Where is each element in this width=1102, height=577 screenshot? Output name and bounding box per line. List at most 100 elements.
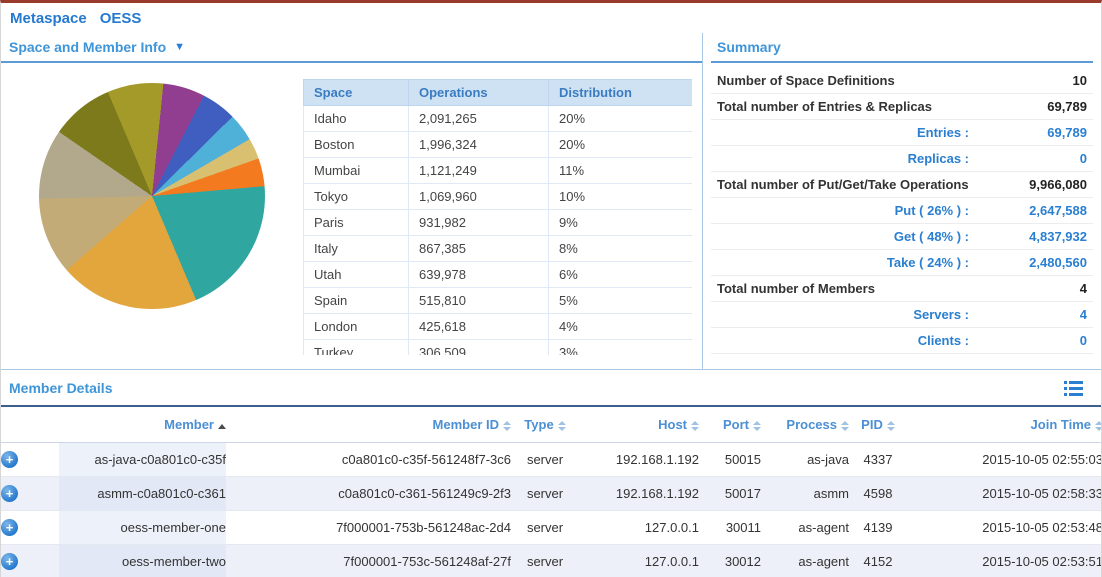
space-table-row[interactable]: Turkey 306,509 3% [304,340,693,356]
process-column-label: Process [786,417,837,432]
member-row[interactable]: + oess-member-one 7f000001-753b-561248ac… [1,511,1101,545]
member-name-cell: as-java-c0a801c0-c35f [59,443,226,477]
pid-column-label: PID [861,417,883,432]
space-table-row[interactable]: Italy 867,385 8% [304,236,693,262]
summary-row: Servers : 4 [711,302,1093,328]
operations-column-header: Operations [409,80,549,106]
summary-value: 2,480,560 [969,255,1087,270]
join-time-cell: 2015-10-05 02:58:33 [907,477,1101,511]
member-table-header-row: Member Member ID Type Host Port [1,406,1101,443]
type-column-header[interactable]: Type [511,406,579,443]
list-icon-bar [1064,381,1083,384]
space-table-row[interactable]: Paris 931,982 9% [304,210,693,236]
operations-cell: 931,982 [409,210,549,236]
space-column-header: Space [304,80,409,106]
expand-row-button[interactable]: + [1,485,18,502]
space-table-row[interactable]: London 425,618 4% [304,314,693,340]
process-column-header[interactable]: Process [761,406,849,443]
distribution-cell: 10% [549,184,693,210]
host-cell: 127.0.0.1 [579,545,699,577]
member-details-title: Member Details [9,380,112,396]
member-id-column-label: Member ID [433,417,499,432]
expand-cell: + [1,511,59,545]
space-table-row[interactable]: Boston 1,996,324 20% [304,132,693,158]
process-cell: as-agent [761,511,849,545]
port-column-label: Port [723,417,749,432]
space-table-row[interactable]: Mumbai 1,121,249 11% [304,158,693,184]
host-cell: 192.168.1.192 [579,443,699,477]
member-column-label: Member [164,417,214,432]
summary-panel: Summary Number of Space Definitions 10 T… [703,33,1101,369]
summary-row: Total number of Members 4 [711,276,1093,302]
summary-label: Servers : [913,307,969,322]
summary-label: Entries : [917,125,969,140]
app-subtitle: OESS [100,10,142,27]
member-row[interactable]: + as-java-c0a801c0-c35f c0a801c0-c35f-56… [1,443,1101,477]
pid-column-header[interactable]: PID [849,406,907,443]
join-time-column-header[interactable]: Join Time [907,406,1101,443]
space-name-cell: Mumbai [304,158,409,184]
operations-cell: 2,091,265 [409,106,549,132]
summary-label: Total number of Members [717,281,875,296]
summary-row: Take ( 24% ) : 2,480,560 [711,250,1093,276]
space-name-cell: Tokyo [304,184,409,210]
space-name-cell: Utah [304,262,409,288]
summary-row: Total number of Entries & Replicas 69,78… [711,94,1093,120]
expand-row-button[interactable]: + [1,553,18,570]
port-cell: 50015 [699,443,761,477]
member-id-column-header[interactable]: Member ID [226,406,511,443]
distribution-cell: 6% [549,262,693,288]
summary-row: Clients : 0 [711,328,1093,354]
space-table-row[interactable]: Tokyo 1,069,960 10% [304,184,693,210]
space-member-info-panel: Space and Member Info ▼ Space Operations [1,33,703,369]
summary-value: 0 [969,151,1087,166]
distribution-cell: 9% [549,210,693,236]
space-name-cell: Turkey [304,340,409,356]
port-column-header[interactable]: Port [699,406,761,443]
sort-ascending-icon [218,424,226,429]
join-time-cell: 2015-10-05 02:55:03 [907,443,1101,477]
summary-value: 69,789 [969,125,1087,140]
member-row[interactable]: + oess-member-two 7f000001-753c-561248af… [1,545,1101,577]
expand-cell: + [1,545,59,577]
summary-value: 9,966,080 [1029,177,1087,192]
member-column-header[interactable]: Member [59,406,226,443]
member-name-cell: asmm-c0a801c0-c361 [59,477,226,511]
summary-value: 0 [969,333,1087,348]
member-name-cell: oess-member-one [59,511,226,545]
space-table-row[interactable]: Spain 515,810 5% [304,288,693,314]
space-member-info-content: Space Operations Distribution Idaho 2,09… [1,63,702,369]
host-column-header[interactable]: Host [579,406,699,443]
type-cell: server [511,545,579,577]
chevron-down-icon[interactable]: ▼ [174,41,185,53]
list-icon-bar [1064,393,1083,396]
space-name-cell: London [304,314,409,340]
member-row[interactable]: + asmm-c0a801c0-c361 c0a801c0-c361-56124… [1,477,1101,511]
sort-icon [1095,421,1101,431]
sort-icon [691,421,699,431]
distribution-cell: 5% [549,288,693,314]
app-window: Metaspace OESS Space and Member Info ▼ [0,0,1102,577]
summary-label: Get ( 48% ) : [894,229,969,244]
pid-cell: 4139 [849,511,907,545]
operations-cell: 515,810 [409,288,549,314]
expand-row-button[interactable]: + [1,451,18,468]
port-cell: 30012 [699,545,761,577]
type-cell: server [511,511,579,545]
list-view-icon[interactable] [1064,381,1083,396]
host-cell: 127.0.0.1 [579,511,699,545]
summary-value: 4,837,932 [969,229,1087,244]
space-table-row[interactable]: Utah 639,978 6% [304,262,693,288]
summary-label: Clients : [918,333,969,348]
expand-row-button[interactable]: + [1,519,18,536]
summary-label: Number of Space Definitions [717,73,895,88]
expand-cell: + [1,443,59,477]
summary-title: Summary [717,39,781,55]
space-table-row[interactable]: Idaho 2,091,265 20% [304,106,693,132]
space-name-cell: Spain [304,288,409,314]
distribution-cell: 4% [549,314,693,340]
summary-row: Replicas : 0 [711,146,1093,172]
app-title: Metaspace [10,10,87,27]
summary-label: Take ( 24% ) : [887,255,969,270]
summary-value: 4 [1080,281,1087,296]
